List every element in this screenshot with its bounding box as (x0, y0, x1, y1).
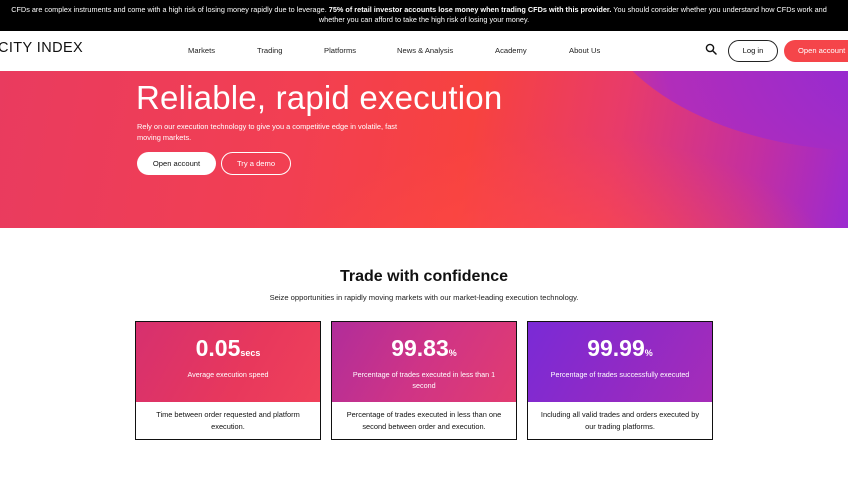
stat-card-execution-speed: 0.05secs Average execution speed Time be… (135, 321, 321, 440)
stat-card-header: 0.05secs Average execution speed (136, 322, 320, 402)
section-subtitle: Seize opportunities in rapidly moving ma… (269, 293, 579, 302)
stat-card-successfully-executed: 99.99% Percentage of trades successfully… (527, 321, 713, 440)
stat-unit: % (448, 348, 457, 358)
hero-open-account-button[interactable]: Open account (137, 152, 216, 175)
stat-label: Percentage of trades executed in less th… (352, 370, 496, 390)
stat-description: Time between order requested and platfor… (156, 410, 300, 431)
stat-unit: secs (240, 348, 261, 358)
login-button[interactable]: Log in (728, 40, 778, 62)
stat-unit: % (644, 348, 653, 358)
stat-label: Average execution speed (187, 370, 269, 379)
stat-description: Including all valid trades and orders ex… (540, 410, 700, 431)
nav-item-about-us[interactable]: About Us (569, 46, 600, 55)
stat-card-under-one-second: 99.83% Percentage of trades executed in … (331, 321, 517, 440)
risk-warning-banner: CFDs are complex instruments and come wi… (0, 0, 848, 31)
open-account-nav-button[interactable]: Open account (784, 40, 848, 62)
hero-title: Reliable, rapid execution (136, 79, 503, 116)
stat-value: 0.05secs (195, 335, 261, 361)
city-index-logo[interactable]: CITY INDEX (0, 40, 83, 56)
stat-value: 99.83% (391, 335, 457, 361)
risk-warning-line-2: whether you can afford to take the high … (318, 15, 530, 24)
nav-item-academy[interactable]: Academy (495, 46, 527, 55)
hero-banner: Reliable, rapid execution Rely on our ex… (0, 71, 848, 228)
stat-value: 99.99% (587, 335, 653, 361)
nav-item-platforms[interactable]: Platforms (324, 46, 356, 55)
nav-item-markets[interactable]: Markets (188, 46, 215, 55)
hero-decorative-curve (590, 71, 848, 151)
hero-subtitle: Rely on our execution technology to give… (137, 122, 398, 142)
nav-item-trading[interactable]: Trading (257, 46, 282, 55)
risk-warning-line-1: CFDs are complex instruments and come wi… (11, 5, 827, 14)
top-navigation: CITY INDEX Markets Trading Platforms New… (0, 31, 848, 71)
stat-card-header: 99.83% Percentage of trades executed in … (332, 322, 516, 402)
stat-card-header: 99.99% Percentage of trades successfully… (528, 322, 712, 402)
section-title: Trade with confidence (339, 268, 509, 285)
stat-label: Percentage of trades successfully execut… (550, 370, 690, 379)
stat-description: Percentage of trades executed in less th… (346, 410, 502, 431)
search-icon[interactable] (705, 43, 717, 55)
nav-item-news-analysis[interactable]: News & Analysis (397, 46, 453, 55)
hero-try-demo-button[interactable]: Try a demo (221, 152, 291, 175)
risk-warning-bold: 75% of retail investor accounts lose mon… (328, 5, 612, 14)
